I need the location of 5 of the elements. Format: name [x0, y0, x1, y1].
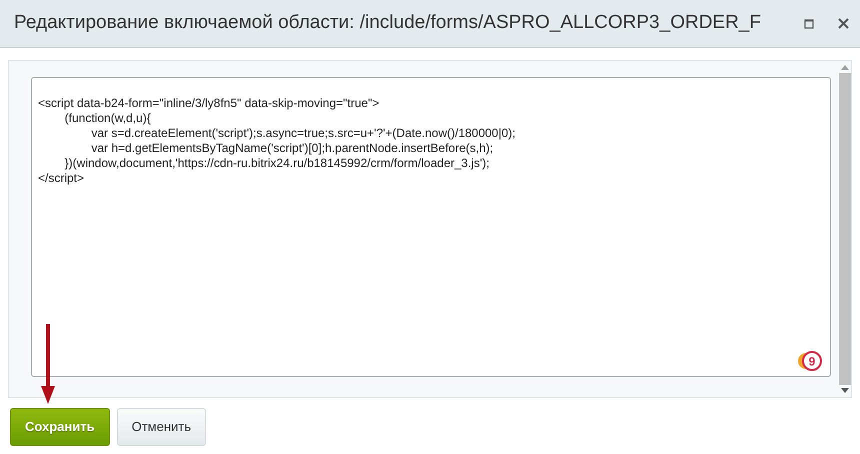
- maximize-icon: [804, 18, 814, 28]
- cancel-button[interactable]: Отменить: [116, 408, 206, 446]
- window-title: Редактирование включаемой области: /include/forms/ASPRO_ALLCORP3_ORDER_F: [14, 11, 761, 36]
- close-icon: [838, 18, 848, 29]
- scroll-down-icon[interactable]: [841, 388, 849, 393]
